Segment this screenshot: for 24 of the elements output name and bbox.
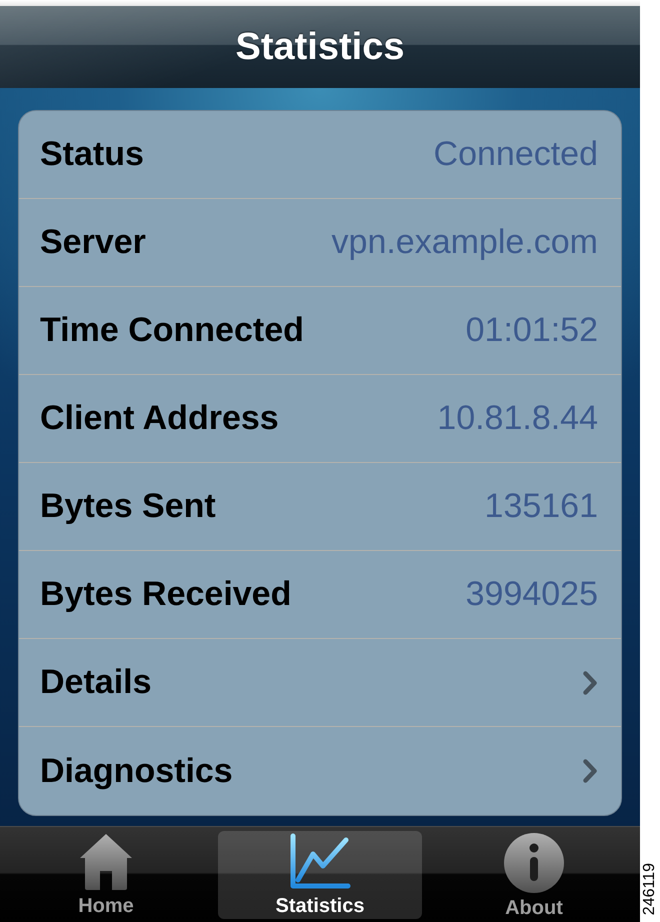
field-label: Time Connected [40, 311, 304, 350]
field-value: 01:01:52 [466, 311, 598, 350]
field-value: 135161 [484, 487, 598, 526]
line-chart-icon [289, 833, 351, 891]
field-value: vpn.example.com [332, 223, 598, 262]
home-icon [79, 833, 133, 891]
screen-title: Statistics [236, 26, 404, 68]
field-label: Server [40, 223, 146, 262]
field-label: Bytes Received [40, 575, 292, 614]
field-label: Client Address [40, 399, 279, 438]
menu-row[interactable]: Diagnostics [19, 727, 621, 815]
chevron-icon [583, 670, 597, 694]
tab[interactable]: Home [4, 831, 208, 919]
tab[interactable]: About [432, 831, 636, 919]
figure-number: 246119 [642, 862, 658, 915]
field-value: 3994025 [466, 575, 598, 614]
field-label: Bytes Sent [40, 487, 216, 526]
menu-row[interactable]: Details [19, 639, 621, 727]
field-label: Status [40, 135, 144, 174]
tab[interactable]: Statistics [218, 831, 422, 919]
field-value: 10.81.8.44 [437, 399, 598, 438]
field-value: Connected [434, 135, 598, 174]
chevron-icon [583, 759, 597, 783]
info-icon [504, 833, 564, 893]
